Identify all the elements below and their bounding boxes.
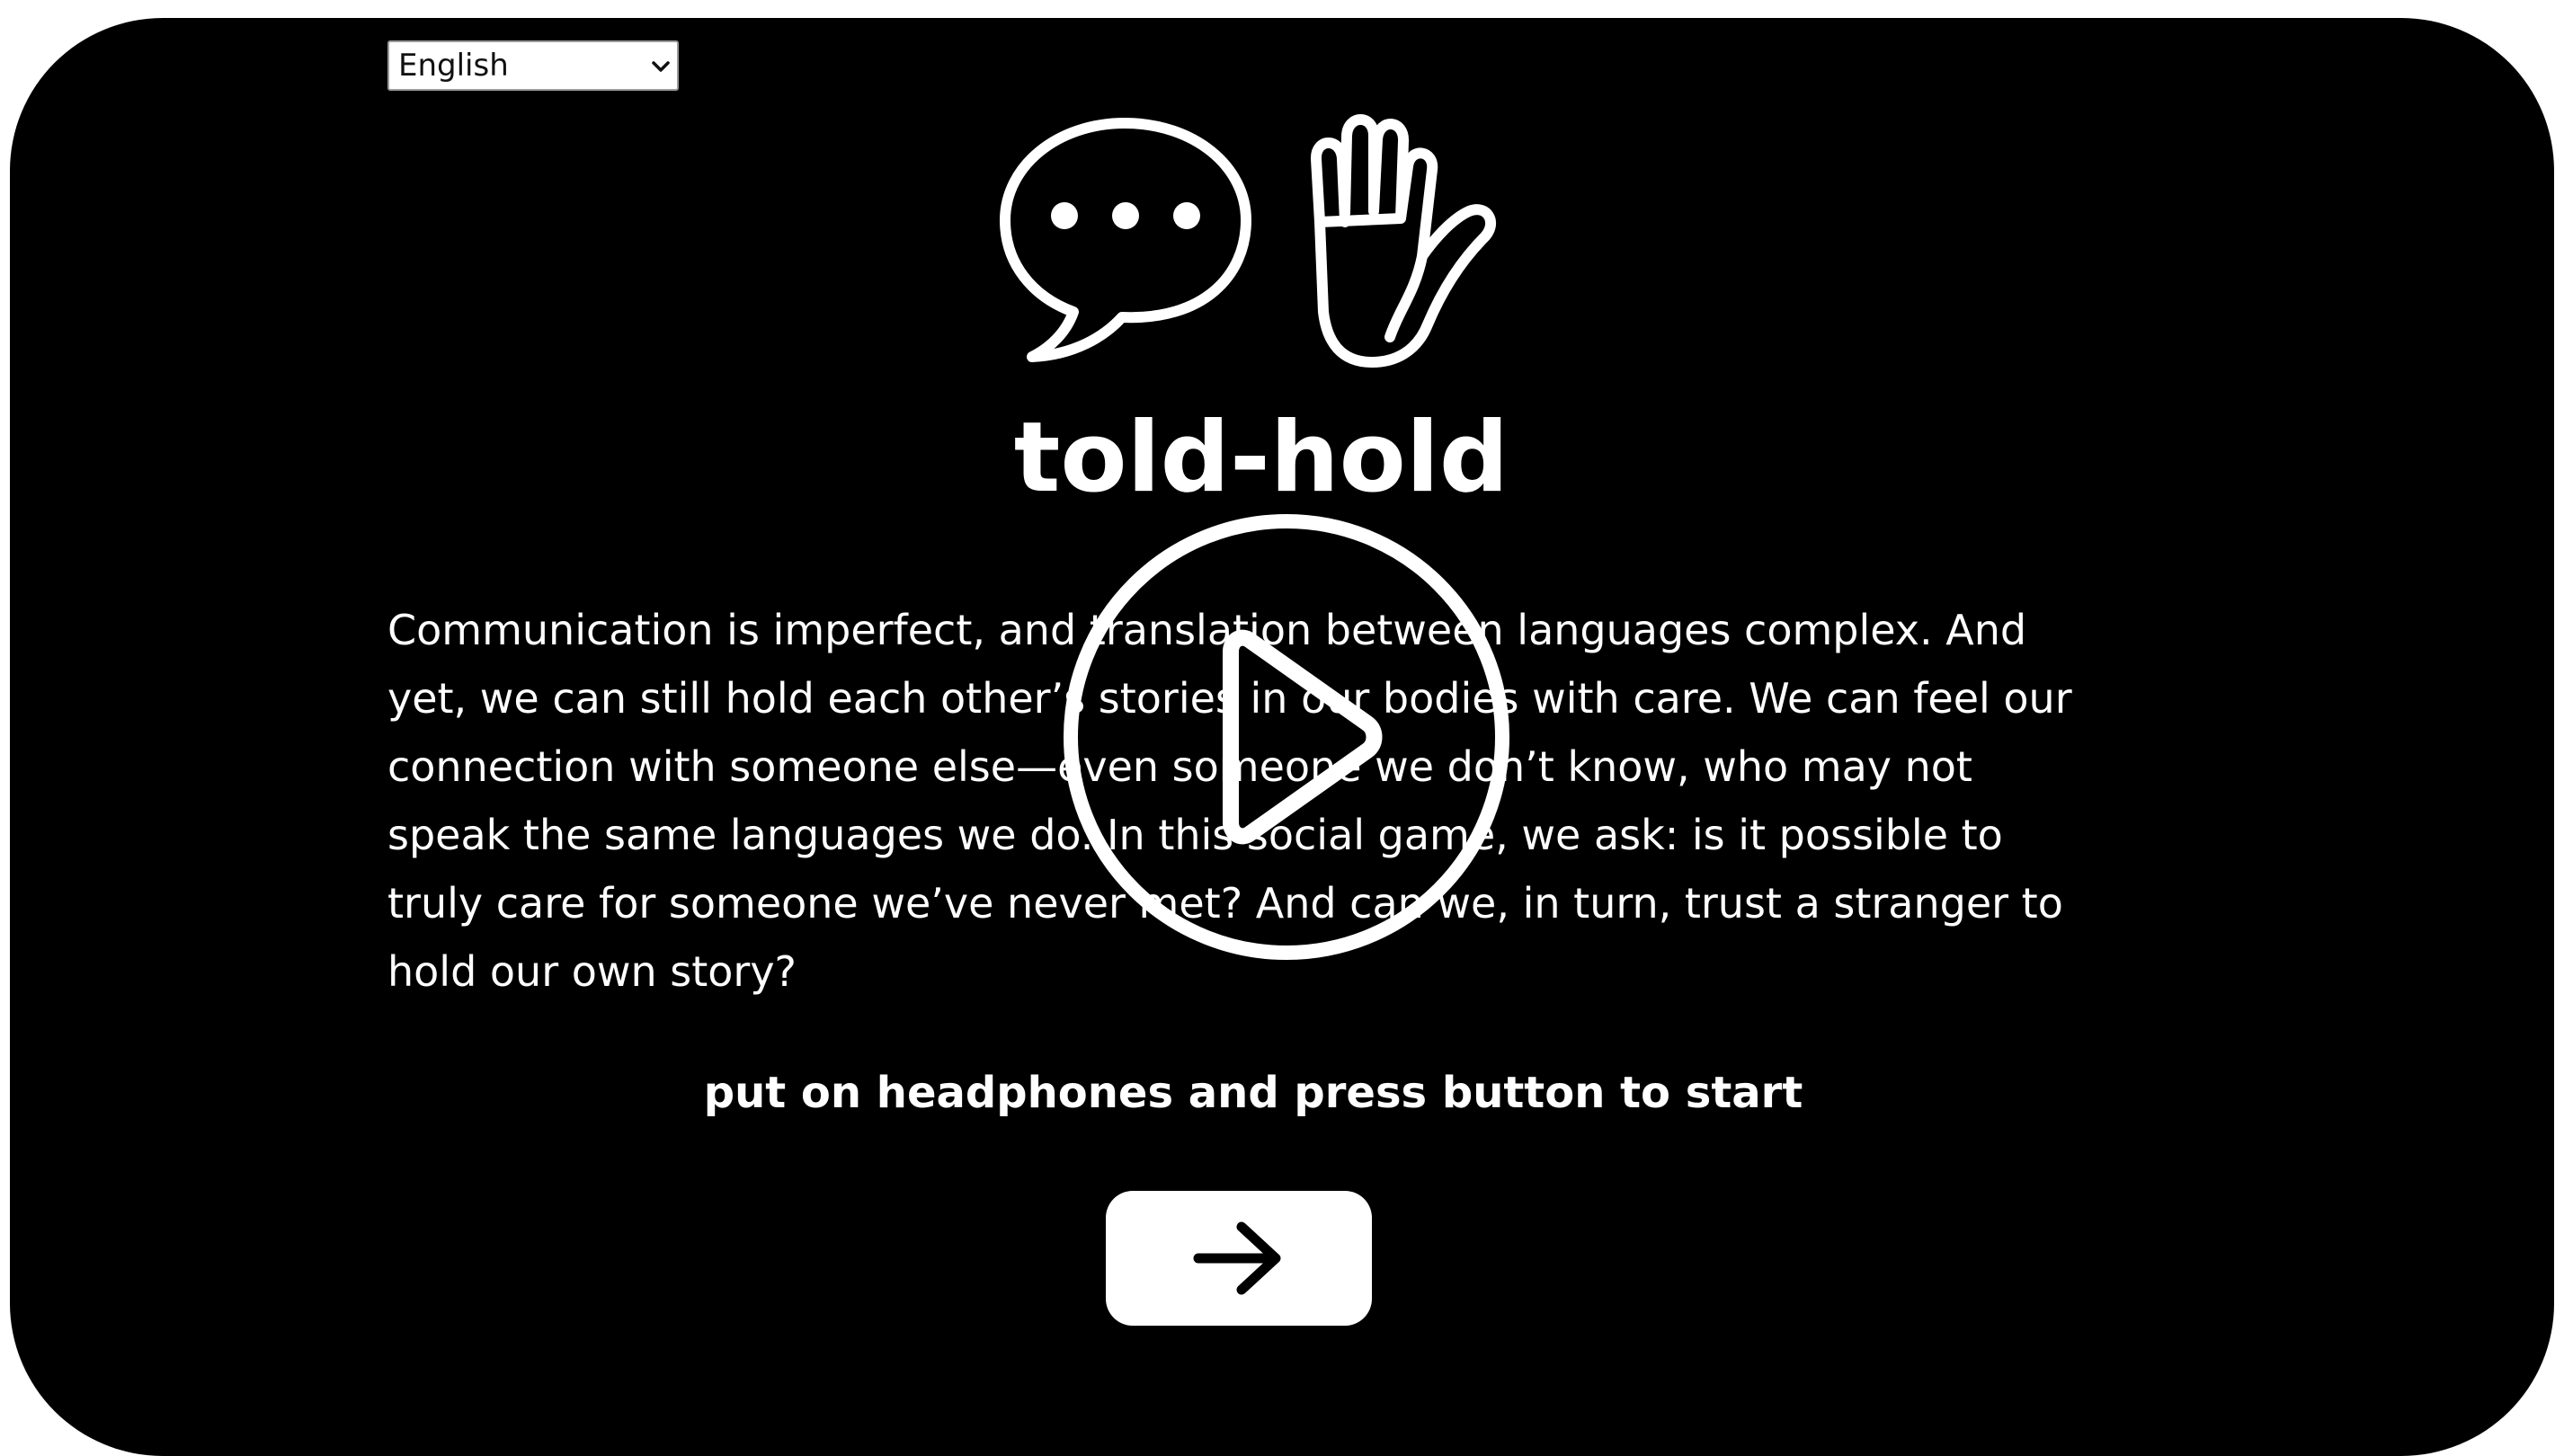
instruction-text: put on headphones and press button to st… xyxy=(703,1068,1803,1118)
app-frame: English told-hold Communication is imper… xyxy=(10,18,2554,1456)
hero-icons xyxy=(1000,114,1496,368)
raised-hand-icon xyxy=(1311,114,1496,368)
arrow-right-icon xyxy=(1193,1221,1281,1295)
language-select[interactable]: English xyxy=(387,40,679,91)
speech-bubble-icon xyxy=(1000,118,1251,362)
page-title: told-hold xyxy=(1013,402,1509,514)
play-icon[interactable] xyxy=(1057,508,1516,966)
start-button[interactable] xyxy=(1106,1191,1372,1326)
